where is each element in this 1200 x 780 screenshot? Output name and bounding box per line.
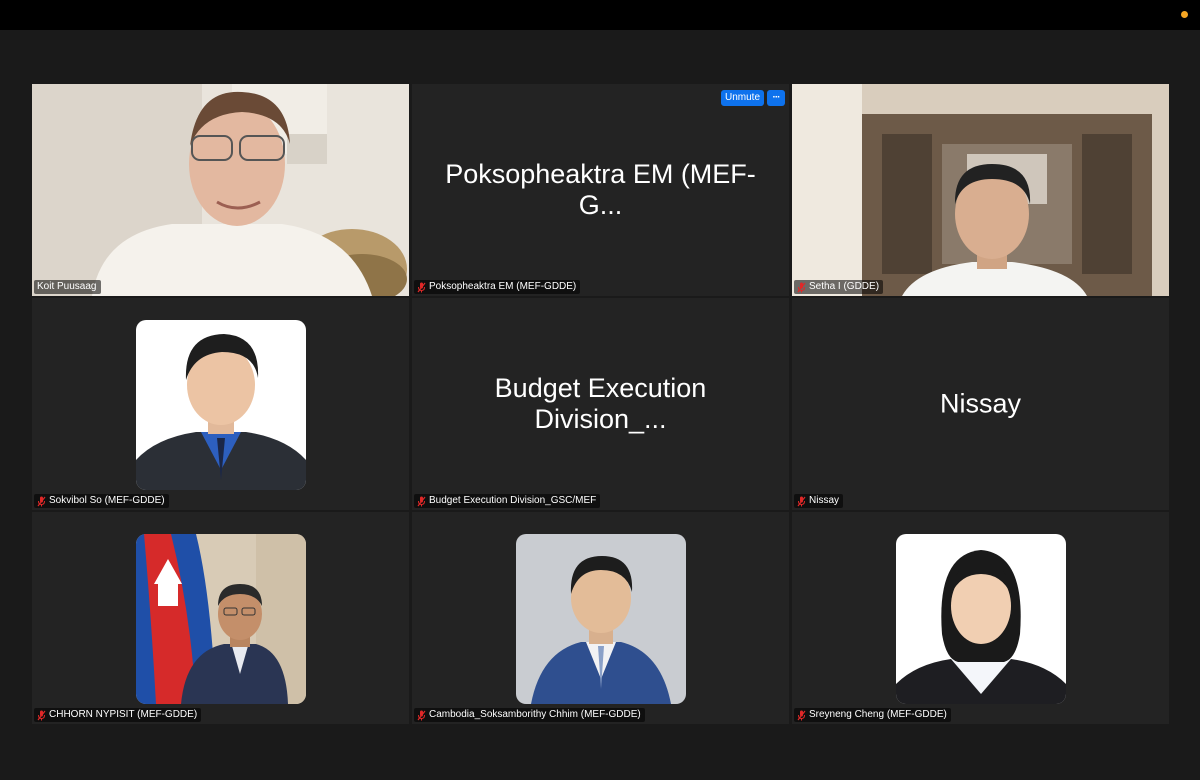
muted-mic-icon (797, 710, 806, 721)
muted-mic-icon (797, 496, 806, 507)
tile-controls: Unmute ··· (720, 90, 785, 106)
participant-tile-sreyneng-cheng[interactable]: Sreyneng Cheng (MEF-GDDE) (792, 512, 1169, 724)
participant-name-tag: Poksopheaktra EM (MEF-GDDE) (414, 280, 581, 294)
participant-name-tag: Setha I (GDDE) (794, 280, 884, 294)
participant-name-tag: Sreyneng Cheng (MEF-GDDE) (794, 708, 951, 722)
participant-name: Sreyneng Cheng (MEF-GDDE) (809, 709, 947, 720)
muted-mic-icon (417, 710, 426, 721)
participant-name-tag: Nissay (794, 494, 844, 508)
window-titlebar (0, 0, 1200, 30)
muted-mic-icon (37, 496, 46, 507)
participant-name: Poksopheaktra EM (MEF-GDDE) (429, 281, 577, 292)
notification-dot-icon (1181, 11, 1188, 18)
participant-name: CHHORN NYPISIT (MEF-GDDE) (49, 709, 198, 720)
participant-tile-koit-puusaag[interactable]: Koit Puusaag (32, 84, 409, 296)
participant-display-name: Poksopheaktra EM (MEF-G... (445, 159, 756, 220)
participant-video (792, 84, 1169, 296)
profile-photo (516, 534, 686, 704)
profile-photo (896, 534, 1066, 704)
participant-tile-soksamborithy-chhim[interactable]: Cambodia_Soksamborithy Chhim (MEF-GDDE) (412, 512, 789, 724)
muted-mic-icon (37, 710, 46, 721)
participant-name-tag: CHHORN NYPISIT (MEF-GDDE) (34, 708, 202, 722)
participant-name: Nissay (809, 495, 840, 506)
participant-tile-setha-i[interactable]: Setha I (GDDE) (792, 84, 1169, 296)
participant-tile-budget-execution-division[interactable]: Budget Execution Division_... Budget Exe… (412, 298, 789, 510)
muted-mic-icon (417, 282, 426, 293)
gallery-grid: Koit Puusaag Unmute ··· Poksopheaktra EM… (32, 84, 1169, 724)
muted-mic-icon (417, 496, 426, 507)
more-options-button[interactable]: ··· (767, 90, 785, 106)
profile-photo (136, 534, 306, 704)
participant-name-tag: Cambodia_Soksamborithy Chhim (MEF-GDDE) (414, 708, 645, 722)
participant-name-tag: Sokvibol So (MEF-GDDE) (34, 494, 169, 508)
muted-mic-icon (797, 282, 806, 293)
participant-tile-nissay[interactable]: Nissay Nissay (792, 298, 1169, 510)
participant-name-tag: Budget Execution Division_GSC/MEF (414, 494, 601, 508)
participant-display-name: Nissay (939, 388, 1021, 419)
participant-tile-poksopheaktra[interactable]: Unmute ··· Poksopheaktra EM (MEF-G... Po… (412, 84, 789, 296)
participant-tile-sokvibol-so[interactable]: Sokvibol So (MEF-GDDE) (32, 298, 409, 510)
unmute-button[interactable]: Unmute (720, 90, 764, 106)
profile-photo (136, 320, 306, 490)
participant-name: Koit Puusaag (37, 281, 97, 292)
participant-video (32, 84, 409, 296)
participant-name: Budget Execution Division_GSC/MEF (429, 495, 597, 506)
participant-name: Sokvibol So (MEF-GDDE) (49, 495, 165, 506)
participant-display-name: Budget Execution Division_... (494, 373, 707, 434)
participant-tile-chhorn-nypisit[interactable]: CHHORN NYPISIT (MEF-GDDE) (32, 512, 409, 724)
participant-name-tag: Koit Puusaag (34, 280, 101, 294)
participant-name: Cambodia_Soksamborithy Chhim (MEF-GDDE) (429, 709, 641, 720)
participant-name: Setha I (GDDE) (809, 281, 880, 292)
